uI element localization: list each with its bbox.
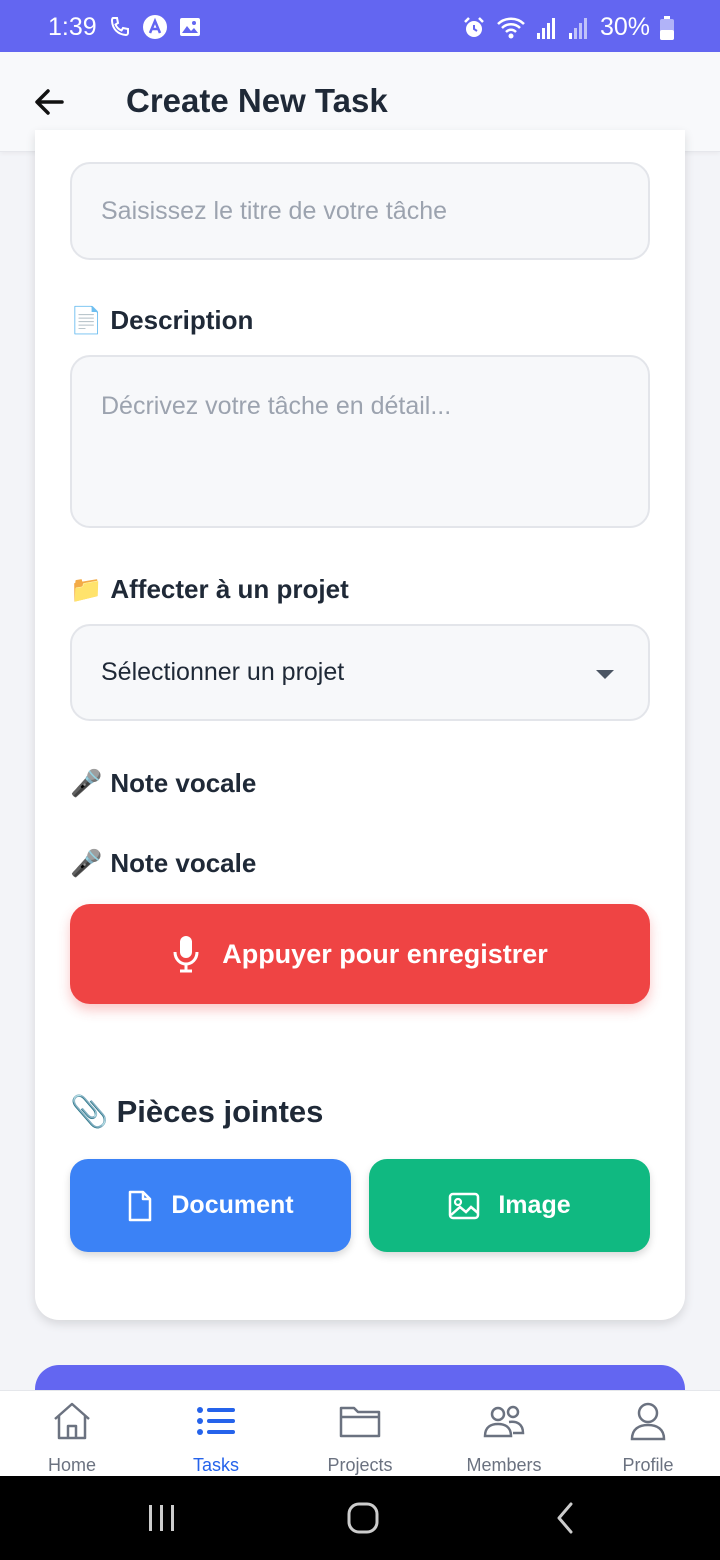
battery-percent: 30% (599, 13, 650, 41)
voice-note-label: 🎤 Note vocale (70, 768, 256, 799)
description-input[interactable]: Décrivez votre tâche en détail... (70, 355, 650, 528)
attachments-label-text: Pièces jointes (116, 1093, 324, 1129)
tab-home[interactable]: Home (0, 1391, 144, 1477)
recent-apps-button[interactable] (132, 1498, 192, 1538)
attachments-label: 📎 Pièces jointes (70, 1093, 323, 1130)
users-icon (483, 1405, 525, 1438)
tab-members-label: Members (466, 1455, 542, 1475)
image-button-label: Image (498, 1191, 571, 1219)
home-nav-icon (347, 1502, 379, 1534)
system-nav-bar (0, 1476, 720, 1560)
record-button-label: Appuyer pour enregistrer (222, 938, 548, 969)
page-title: Create New Task (126, 82, 388, 119)
record-button[interactable]: Appuyer pour enregistrer (70, 904, 650, 1004)
document-emoji-icon: 📄 (70, 305, 103, 335)
arrow-left-icon (35, 89, 64, 115)
description-label: 📄 Description (70, 305, 253, 336)
home-icon (54, 1402, 90, 1440)
wifi-icon (497, 17, 525, 38)
image-button[interactable]: Image (369, 1159, 650, 1252)
voice-note-label-2: 🎤 Note vocale (70, 848, 256, 879)
project-select[interactable]: Sélectionner un projet (70, 624, 650, 721)
status-right-icons: 30% (462, 13, 674, 42)
back-nav-button[interactable] (535, 1498, 595, 1538)
image-notification-icon (180, 18, 200, 36)
task-title-input[interactable]: Saisissez le titre de votre tâche (70, 162, 650, 260)
document-button-label: Document (171, 1191, 294, 1219)
tab-tasks-label: Tasks (192, 1455, 239, 1475)
tab-profile-label: Profile (622, 1455, 674, 1475)
status-bar: 1:39 30% (0, 0, 720, 52)
tab-tasks[interactable]: Tasks (144, 1391, 288, 1477)
bottom-tab-bar: Home Tasks Projects Members Profile (0, 1390, 720, 1476)
voice-note-label-text-2: Note vocale (110, 848, 257, 878)
document-button[interactable]: Document (70, 1159, 351, 1252)
list-icon (197, 1407, 235, 1435)
battery-icon (660, 15, 674, 40)
project-select-value: Sélectionner un projet (101, 658, 345, 686)
alarm-icon (464, 16, 484, 37)
file-icon (129, 1190, 152, 1221)
folder-icon (339, 1406, 381, 1438)
tab-projects-label: Projects (327, 1455, 393, 1475)
phone-icon (110, 17, 129, 37)
back-nav-icon (557, 1502, 573, 1534)
project-label-text: Affecter à un projet (110, 574, 349, 604)
tab-profile[interactable]: Profile (576, 1391, 720, 1477)
paperclip-emoji-icon: 📎 (70, 1094, 109, 1129)
image-icon (449, 1192, 480, 1219)
signal-icon (536, 17, 555, 39)
project-label: 📁 Affecter à un projet (70, 574, 349, 605)
recent-apps-icon (149, 1505, 174, 1531)
user-icon (630, 1402, 666, 1441)
signal-icon-2 (568, 17, 587, 39)
tab-home-label: Home (47, 1455, 96, 1475)
voice-note-label-text: Note vocale (110, 768, 257, 798)
tab-members[interactable]: Members (432, 1391, 576, 1477)
tab-projects[interactable]: Projects (288, 1391, 432, 1477)
microphone-emoji-icon: 🎤 (70, 768, 103, 798)
back-button[interactable] (30, 82, 70, 122)
home-nav-button[interactable] (333, 1498, 393, 1538)
caret-down-icon (596, 670, 614, 679)
status-time: 1:39 (48, 13, 97, 41)
microphone-emoji-icon-2: 🎤 (70, 848, 103, 878)
microphone-icon (173, 936, 199, 973)
status-left-icons (108, 14, 202, 40)
app-notification-icon (143, 15, 167, 39)
description-label-text: Description (110, 305, 254, 335)
folder-emoji-icon: 📁 (70, 574, 103, 604)
